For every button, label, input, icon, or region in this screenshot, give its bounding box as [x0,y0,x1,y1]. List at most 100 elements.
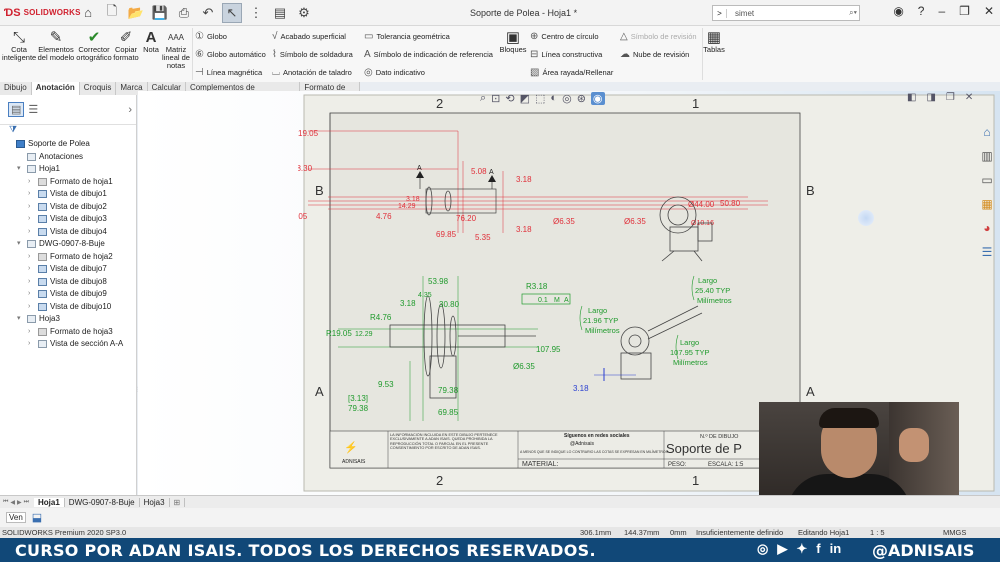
solidworks-logo[interactable]: ƊS SOLIDWORKS [0,7,80,19]
tree-node[interactable]: ▾ Hoja1 [0,163,137,176]
format-painter-button[interactable]: ✐ Copiar formato [112,29,140,62]
tables-button[interactable]: ▦ Tablas [703,29,725,54]
feature-tree-icon[interactable]: ▤ [8,102,25,117]
magnetic-line-button[interactable]: ⊣ Línea magnética [195,67,262,78]
next-sheet-icon[interactable]: ▶ [17,499,22,506]
view-selector-icon[interactable]: ⬓ [32,511,42,524]
model-items-button[interactable]: ✎ Elementos del modelo [37,29,75,62]
options-gear-icon[interactable]: ⚙ [294,3,314,23]
auto-balloon-button[interactable]: ⑥ Globo automático [195,49,266,60]
home-icon[interactable]: ⌂ [78,3,98,23]
file-explorer-icon[interactable]: ▭ [978,171,996,189]
view-palette-icon[interactable]: ▦ [978,195,996,213]
undo-icon[interactable]: ↶ [198,3,218,23]
status-scale[interactable]: 1 : 5 [870,527,885,538]
tree-node[interactable]: › Vista de dibujo3 [0,213,137,226]
tree-toggle-icon[interactable]: ▾ [17,238,24,251]
tree-toggle-icon[interactable]: ▾ [17,163,24,176]
tree-toggle-icon[interactable]: › [28,338,35,351]
blocks-button[interactable]: ▣ Bloques [499,29,527,54]
tab-dibujo[interactable]: Dibujo [0,82,32,95]
view-orientation-icon[interactable]: ⬚ [535,92,545,105]
title-block[interactable]: ⚡ ADNISAIS LA INFORMACIÓN INCLUIDA EN ES… [329,430,801,469]
traffic-light-icon[interactable]: ⋮ [246,3,266,23]
print-icon[interactable]: ⎙ [174,3,194,23]
last-sheet-icon[interactable]: ⏭ [24,499,29,506]
datum-feature-button[interactable]: A Símbolo de indicación de referencia [364,49,493,60]
help-icon[interactable]: ? [918,4,925,18]
tree-toggle-icon[interactable]: › [28,326,35,339]
appearance-icon[interactable]: ⊛ [577,92,586,105]
status-units[interactable]: MMGS [943,527,966,538]
tree-toggle-icon[interactable]: › [28,213,35,226]
display-style-icon[interactable]: ◐ [550,92,557,105]
design-library-icon[interactable]: ▥ [978,147,996,165]
tree-node[interactable]: Anotaciones [0,151,137,164]
spell-checker-button[interactable]: ✔ Corrector ortográfico [76,29,112,62]
tree-toggle-icon[interactable]: › [28,251,35,264]
file-properties-icon[interactable]: ▤ [270,3,290,23]
centerline-button[interactable]: ⊟ Línea constructiva [530,49,602,60]
sheet-tab-buje[interactable]: DWG-0907-8-Buje [65,497,140,507]
tree-toggle-icon[interactable]: › [28,276,35,289]
tree-toggle-icon[interactable]: ▾ [17,313,24,326]
command-search-input[interactable]: > simet ⌕▾ [712,5,860,21]
open-icon[interactable]: 📂 [126,3,146,23]
tab-croquis[interactable]: Croquis [80,82,117,95]
close-icon[interactable]: ✕ [984,4,994,18]
view-settings-icon[interactable]: ◉ [590,92,605,105]
tree-toggle-icon[interactable]: › [28,301,35,314]
tree-toggle-icon[interactable]: › [28,226,35,239]
balloon-button[interactable]: ① Globo [195,31,227,42]
tab-anotacion[interactable]: Anotación [31,82,80,95]
select-pointer-icon[interactable]: ↖ [222,2,242,23]
new-document-icon[interactable]: 🗋 [102,3,122,23]
weld-symbol-button[interactable]: ⌇ Símbolo de soldadura [272,49,353,60]
panel-expand-icon[interactable]: › [128,104,132,116]
area-hatch-button[interactable]: ▧ Área rayada/Rellenar [530,67,613,78]
tree-node[interactable]: › Vista de dibujo2 [0,201,137,214]
restore-icon[interactable]: ❐ [959,4,970,18]
tree-node[interactable]: › Vista de dibujo8 [0,276,137,289]
restore-view-icon[interactable]: ❐ [946,92,955,103]
custom-properties-icon[interactable]: ☰ [978,243,996,261]
sheet-tab-hoja1[interactable]: Hoja1 [34,497,65,507]
hide-show-icon[interactable]: ◎ [562,92,572,105]
zoom-to-fit-icon[interactable]: ⌕ [480,92,486,105]
tree-node[interactable]: ▾ DWG-0907-8-Buje [0,238,137,251]
tree-node[interactable]: › Vista de dibujo1 [0,188,137,201]
zoom-to-area-icon[interactable]: ⊡ [491,92,500,105]
tree-toggle-icon[interactable]: › [28,201,35,214]
user-icon[interactable]: ◉ [893,4,903,18]
tree-node[interactable]: ▾ Hoja3 [0,313,137,326]
tree-node[interactable]: › Formato de hoja3 [0,326,137,339]
appearances-icon[interactable]: ◕ [978,219,996,237]
note-button[interactable]: A Nota [141,29,161,54]
property-manager-icon[interactable]: ☰ [28,103,38,116]
tree-node[interactable]: › Formato de hoja2 [0,251,137,264]
tree-node[interactable]: › Vista de dibujo4 [0,226,137,239]
tree-node[interactable]: › Formato de hoja1 [0,176,137,189]
linear-note-pattern-button[interactable]: AAA Matriz lineal de notas [161,29,191,70]
add-sheet-icon[interactable]: ⊞ [170,497,186,507]
tile-left-icon[interactable]: ◧ [907,92,916,103]
tree-node[interactable]: › Vista de dibujo9 [0,288,137,301]
tree-toggle-icon[interactable]: › [28,263,35,276]
revision-symbol-button[interactable]: △ Símbolo de revisión [620,31,697,42]
tree-node[interactable]: Soporte de Polea [0,138,137,151]
geometric-tolerance-button[interactable]: ▭ Tolerancia geométrica [364,31,450,42]
smart-dimension-button[interactable]: ⤡ Cota inteligente [2,29,36,62]
revision-cloud-button[interactable]: ☁ Nube de revisión [620,49,689,60]
tile-right-icon[interactable]: ◨ [926,92,935,103]
tree-toggle-icon[interactable]: › [28,288,35,301]
save-icon[interactable]: 💾 [150,3,170,23]
tree-toggle-icon[interactable]: › [28,188,35,201]
minimize-icon[interactable]: – [938,4,945,18]
close-view-icon[interactable]: ✕ [965,92,973,103]
tree-node[interactable]: › Vista de dibujo10 [0,301,137,314]
tree-node[interactable]: › Vista de sección A-A [0,338,137,351]
datum-target-button[interactable]: ◎ Dato indicativo [364,67,425,78]
filter-icon[interactable]: ⧩ [9,124,17,135]
resources-home-icon[interactable]: ⌂ [978,123,996,141]
section-view-icon[interactable]: ◩ [520,92,530,105]
